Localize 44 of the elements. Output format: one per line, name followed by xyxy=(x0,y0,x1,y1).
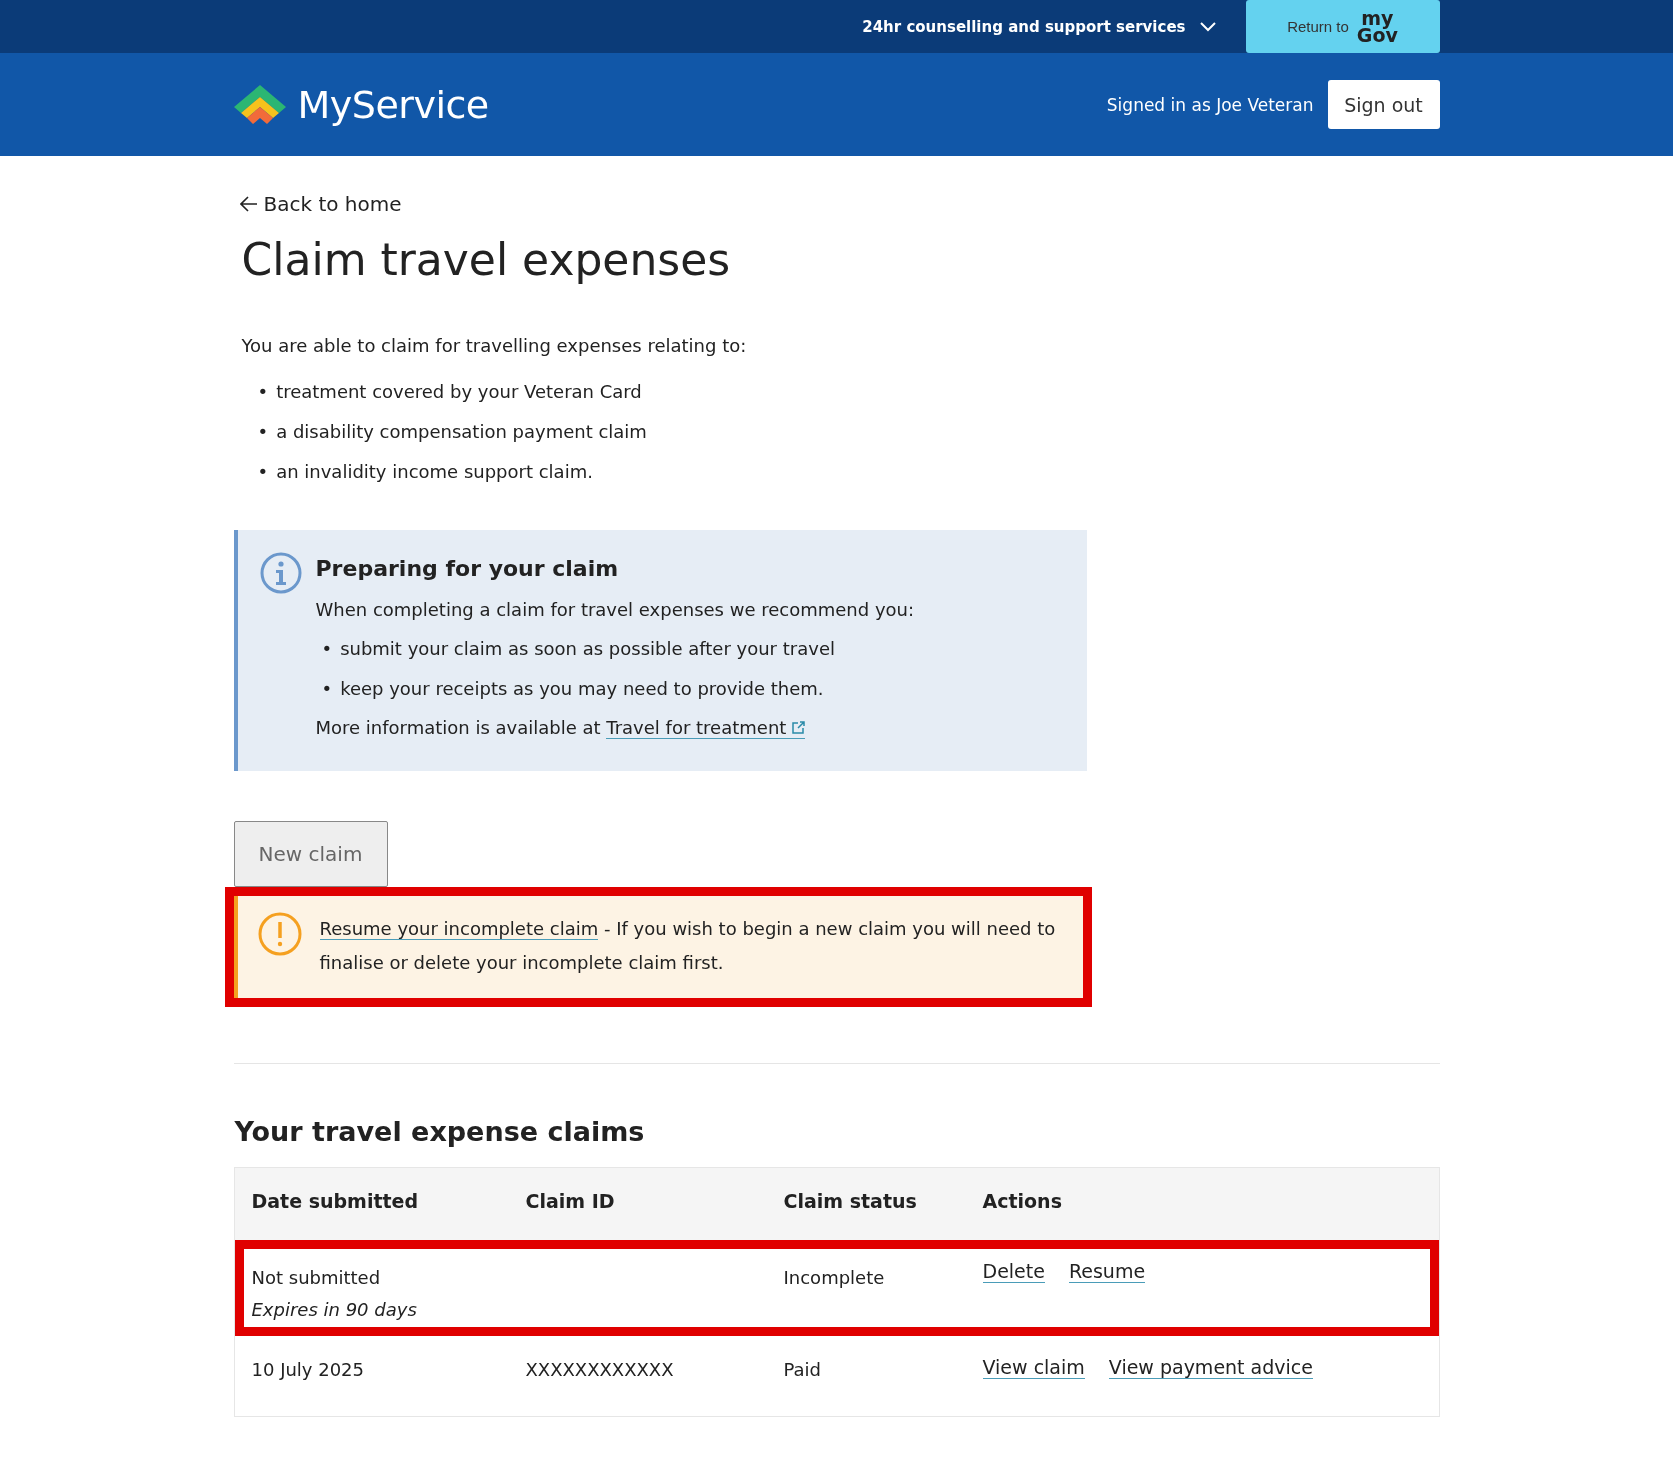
table-cell-text: Expires in 90 days xyxy=(251,1298,418,1322)
list-bullet: • xyxy=(321,677,333,701)
list-bullet: • xyxy=(257,420,269,444)
list-item: keep your receipts as you may need to provide them. xyxy=(340,677,824,701)
chevron-down-icon xyxy=(1199,21,1216,32)
arrow-left-icon xyxy=(239,196,258,212)
resume-link[interactable]: Resume your incomplete claim xyxy=(319,918,599,940)
action-link[interactable]: View payment advice xyxy=(1108,1356,1313,1379)
external-link-icon xyxy=(792,721,806,734)
table-cell-text: Not submitted xyxy=(251,1266,382,1290)
page-title: Claim travel expenses xyxy=(241,234,732,285)
column-header: Actions xyxy=(982,1189,1063,1212)
list-bullet: • xyxy=(257,460,269,484)
column-header: Claim ID xyxy=(525,1189,616,1212)
travel-link[interactable]: Travel for treatment xyxy=(606,717,806,739)
support-menu[interactable]: 24hr counselling and support services xyxy=(856,16,1222,37)
column-header: Claim status xyxy=(783,1189,918,1212)
action-link[interactable]: Resume xyxy=(1068,1260,1146,1283)
section-title: Your travel expense claims xyxy=(234,1116,646,1147)
intro-text: You are able to claim for travelling expenses relating to: xyxy=(241,335,748,356)
panel-text: When completing a claim for travel expenses we recommend you: xyxy=(315,598,915,622)
brand-name: MyService xyxy=(297,82,489,127)
table-cell-text: XXXXXXXXXXXX xyxy=(525,1358,675,1382)
list-item: treatment covered by your Veteran Card xyxy=(276,380,642,404)
column-header: Date submitted xyxy=(251,1189,420,1212)
list-item: an invalidity income support claim. xyxy=(276,460,593,484)
list-bullet: • xyxy=(321,637,333,661)
panel-text: More information is available at xyxy=(315,717,601,738)
warning-icon xyxy=(257,912,302,956)
back-link[interactable]: Back to home xyxy=(239,192,402,216)
table-cell-text: Incomplete xyxy=(783,1266,886,1290)
warning-text: Resume your incomplete claim - If you wish to begin a new claim you will need to finalise or delete your incomplete claim first. xyxy=(319,917,1057,975)
action-link[interactable]: Delete xyxy=(982,1260,1045,1283)
action-link[interactable]: View claim xyxy=(982,1356,1085,1379)
signed-in-text: Signed in as Joe Veteran xyxy=(1106,94,1314,115)
list-item: a disability compensation payment claim xyxy=(276,420,647,444)
table-cell-text: 10 July 2025 xyxy=(251,1358,366,1382)
info-icon xyxy=(259,552,302,594)
sign-out-button[interactable]: Sign out xyxy=(1327,80,1440,129)
logo-icon xyxy=(233,84,286,125)
list-bullet: • xyxy=(257,380,269,404)
panel-title: Preparing for your claim xyxy=(315,556,620,581)
table-cell-text: Paid xyxy=(783,1358,822,1382)
list-item: submit your claim as soon as possible after your travel xyxy=(340,637,835,661)
